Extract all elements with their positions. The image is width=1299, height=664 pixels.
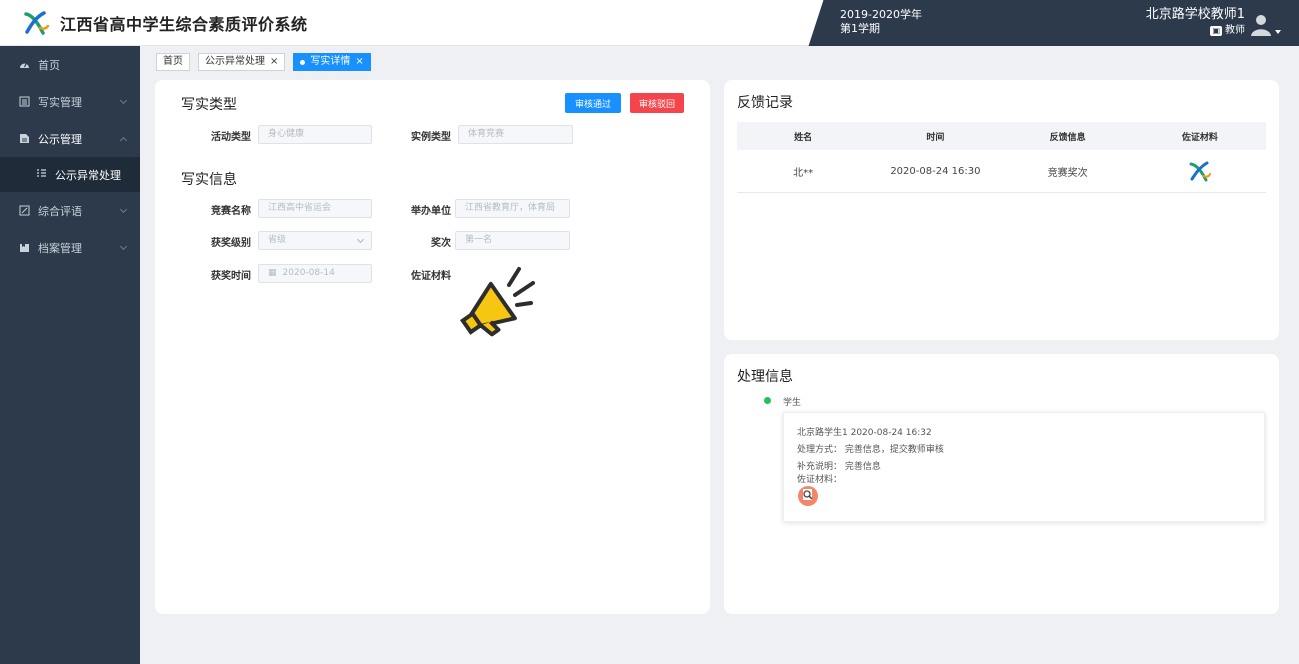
sidebar-item-publicity[interactable]: 公示管理 bbox=[0, 120, 140, 157]
list-icon bbox=[18, 96, 30, 108]
sidebar-item-label: 档案管理 bbox=[38, 241, 82, 255]
column-header: 佐证材料 bbox=[1181, 132, 1218, 143]
sidebar-item-label: 写实管理 bbox=[38, 95, 82, 109]
record-info-title: 写实信息 bbox=[181, 172, 237, 188]
user-role: ▣ 教师 bbox=[1146, 24, 1245, 38]
award-label: 奖次 bbox=[431, 238, 451, 249]
tab-label: 公示异常处理 bbox=[205, 56, 265, 67]
case-type-label: 实例类型 bbox=[411, 132, 451, 143]
tab-bar: 首页 公示异常处理 × 写实详情 × bbox=[156, 53, 371, 71]
sidebar: 首页 写实管理 公示管理 公示异常处理 综合评语 档案管理 bbox=[0, 46, 140, 664]
tab-detail[interactable]: 写实详情 × bbox=[293, 53, 371, 71]
chevron-down-icon bbox=[356, 235, 365, 244]
feedback-time: 2020-08-24 16:30 bbox=[890, 165, 981, 177]
column-header: 时间 bbox=[926, 132, 945, 143]
process-note: 补充说明： 完善信息 bbox=[797, 462, 881, 472]
table-row[interactable]: 北** 2020-08-24 16:30 竞赛奖次 bbox=[737, 150, 1266, 193]
column-header: 姓名 bbox=[794, 132, 813, 143]
term-semester: 第1学期 bbox=[840, 22, 880, 35]
column-header: 反馈信息 bbox=[1049, 132, 1086, 143]
contest-name-field[interactable]: 江西高中省运会 bbox=[258, 199, 372, 218]
active-dot-icon bbox=[300, 59, 306, 65]
avatar[interactable] bbox=[1249, 12, 1273, 36]
timeline-label: 学生 bbox=[783, 398, 802, 408]
feedback-card: 反馈记录 姓名 时间 反馈信息 佐证材料 北** 2020-08-24 16:3… bbox=[724, 80, 1279, 340]
app-title: 江西省高中学生综合素质评价系统 bbox=[60, 14, 308, 34]
reject-button[interactable]: 审核驳回 bbox=[630, 93, 684, 113]
chevron-up-icon bbox=[119, 136, 128, 145]
user-name: 北京路学校教师1 bbox=[1145, 7, 1245, 22]
top-right-panel: 2019-2020学年 第1学期 北京路学校教师1 ▣ 教师 bbox=[808, 0, 1299, 46]
activity-type-label: 活动类型 bbox=[211, 132, 251, 143]
sidebar-subitem-exception[interactable]: 公示异常处理 bbox=[0, 157, 140, 192]
feedback-table: 姓名 时间 反馈信息 佐证材料 北** 2020-08-24 16:30 竞赛奖… bbox=[737, 122, 1266, 193]
sidebar-item-label: 综合评语 bbox=[38, 204, 82, 218]
user-menu-caret-icon[interactable] bbox=[1275, 30, 1281, 34]
evidence-label: 佐证材料 bbox=[411, 271, 451, 282]
approve-button[interactable]: 审核通过 bbox=[565, 93, 621, 113]
calendar-icon: ▦ bbox=[268, 268, 277, 278]
sidebar-item-comment[interactable]: 综合评语 bbox=[0, 192, 140, 229]
award-field[interactable]: 第一名 bbox=[455, 231, 570, 250]
sidebar-item-home[interactable]: 首页 bbox=[0, 46, 140, 83]
timeline-dot bbox=[764, 397, 771, 404]
award-date-picker[interactable]: ▦ 2020-08-14 bbox=[258, 264, 372, 283]
feedback-name: 北** bbox=[793, 167, 814, 179]
user-role-label: 教师 bbox=[1225, 25, 1245, 36]
record-type-title: 写实类型 bbox=[181, 97, 237, 113]
chevron-down-icon bbox=[119, 242, 128, 251]
award-date-value: 2020-08-14 bbox=[282, 268, 335, 278]
brand-area: 江西省高中学生综合素质评价系统 bbox=[0, 0, 830, 46]
sidebar-subitem-label: 公示异常处理 bbox=[55, 168, 121, 182]
sidebar-item-label: 公示管理 bbox=[38, 132, 82, 146]
sidebar-item-archive[interactable]: 档案管理 bbox=[0, 229, 140, 266]
close-icon[interactable]: × bbox=[270, 54, 278, 70]
process-entry-header: 北京路学生1 2020-08-24 16:32 bbox=[797, 428, 932, 438]
term-selector[interactable]: 2019-2020学年 第1学期 bbox=[840, 8, 922, 36]
top-bar: 江西省高中学生综合素质评价系统 2019-2020学年 第1学期 北京路学校教师… bbox=[0, 0, 1299, 46]
organizer-field[interactable]: 江西省教育厅，体育局 bbox=[455, 199, 570, 218]
term-year: 2019-2020学年 bbox=[840, 8, 922, 21]
dashboard-icon bbox=[18, 59, 30, 71]
contest-name-label: 竞赛名称 bbox=[211, 206, 251, 217]
tab-label: 写实详情 bbox=[310, 56, 351, 67]
award-level-label: 获奖级别 bbox=[211, 238, 251, 249]
close-icon[interactable]: × bbox=[355, 54, 363, 70]
id-card-icon: ▣ bbox=[1210, 26, 1222, 36]
tab-home[interactable]: 首页 bbox=[156, 53, 190, 71]
tab-label: 首页 bbox=[163, 56, 183, 67]
process-title: 处理信息 bbox=[737, 369, 793, 385]
table-header: 姓名 时间 反馈信息 佐证材料 bbox=[737, 122, 1266, 150]
list-detail-icon bbox=[36, 168, 47, 182]
edit-icon bbox=[18, 205, 30, 217]
chevron-down-icon bbox=[119, 96, 128, 105]
feedback-title: 反馈记录 bbox=[737, 95, 793, 111]
activity-type-field[interactable]: 身心健康 bbox=[258, 125, 372, 144]
tab-exception[interactable]: 公示异常处理 × bbox=[198, 53, 286, 71]
folder-icon bbox=[18, 242, 30, 254]
award-level-value: 省级 bbox=[268, 235, 287, 245]
feedback-info: 竞赛奖次 bbox=[1047, 167, 1088, 179]
process-entry: 北京路学生1 2020-08-24 16:32 处理方式： 完善信息，提交教师审… bbox=[783, 412, 1265, 522]
app-logo-icon bbox=[24, 10, 50, 35]
megaphone-icon[interactable] bbox=[453, 263, 537, 343]
evidence-cell bbox=[1134, 150, 1266, 192]
sidebar-item-label: 首页 bbox=[38, 58, 60, 72]
process-card: 处理信息 学生 北京路学生1 2020-08-24 16:32 处理方式： 完善… bbox=[724, 354, 1279, 614]
organizer-label: 举办单位 bbox=[411, 206, 451, 217]
award-date-label: 获奖时间 bbox=[211, 271, 251, 282]
record-detail-card: 写实类型 审核通过 审核驳回 活动类型 身心健康 实例类型 体育竞赛 写实信息 … bbox=[155, 80, 710, 614]
file-search-icon[interactable] bbox=[797, 485, 819, 507]
case-type-field[interactable]: 体育竞赛 bbox=[458, 125, 573, 144]
user-info[interactable]: 北京路学校教师1 ▣ 教师 bbox=[1146, 6, 1245, 38]
process-evidence-label: 佐证材料： bbox=[797, 475, 843, 485]
award-level-select[interactable]: 省级 bbox=[258, 231, 372, 250]
process-method: 处理方式： 完善信息，提交教师审核 bbox=[797, 445, 944, 455]
evidence-logo-icon[interactable] bbox=[1188, 160, 1212, 182]
sidebar-item-record[interactable]: 写实管理 bbox=[0, 83, 140, 120]
document-icon bbox=[18, 133, 30, 145]
chevron-down-icon bbox=[119, 205, 128, 214]
